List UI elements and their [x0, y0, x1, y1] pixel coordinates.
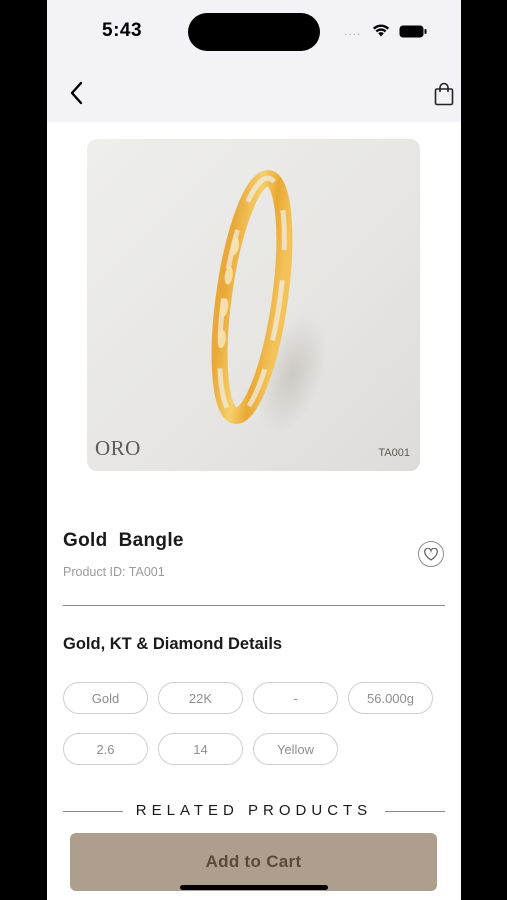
- detail-chip-diamond: -: [253, 682, 338, 714]
- bangle-illustration: [211, 170, 327, 434]
- detail-chip-weight: 56.000g: [348, 682, 433, 714]
- product-title: Gold Bangle: [63, 530, 184, 551]
- home-indicator: [180, 885, 328, 890]
- product-detail-screen: 5:43 ···· ORO TA001 Gold Bangle Product …: [47, 0, 461, 900]
- dynamic-island: [188, 13, 320, 51]
- detail-chip-metal: Gold: [63, 682, 148, 714]
- related-line-right: [385, 811, 445, 812]
- detail-chip-karat: 22K: [158, 682, 243, 714]
- detail-chip-size: 2.6: [63, 733, 148, 765]
- brand-watermark: ORO: [95, 436, 141, 460]
- add-to-cart-button[interactable]: Add to Cart: [70, 833, 437, 891]
- wishlist-button[interactable]: [418, 541, 444, 567]
- cellular-signal-icon: ····: [344, 29, 362, 40]
- top-bar: 5:43 ····: [47, 0, 461, 122]
- product-id: Product ID: TA001: [63, 565, 165, 579]
- heart-icon: [424, 547, 438, 561]
- chevron-left-icon: [70, 81, 83, 105]
- related-products-heading: RELATED PRODUCTS: [63, 802, 445, 822]
- detail-chip-color: Yellow: [253, 733, 338, 765]
- status-time: 5:43: [102, 20, 143, 41]
- divider: [63, 605, 445, 606]
- product-image: ORO TA001: [87, 139, 420, 471]
- shopping-bag-icon[interactable]: [433, 82, 455, 106]
- image-sku-label: TA001: [378, 447, 410, 459]
- wifi-icon: [373, 24, 389, 37]
- battery-icon: [399, 25, 427, 38]
- detail-chip-carat: 14: [158, 733, 243, 765]
- details-section-title: Gold, KT & Diamond Details: [63, 635, 283, 653]
- back-button[interactable]: [65, 80, 89, 106]
